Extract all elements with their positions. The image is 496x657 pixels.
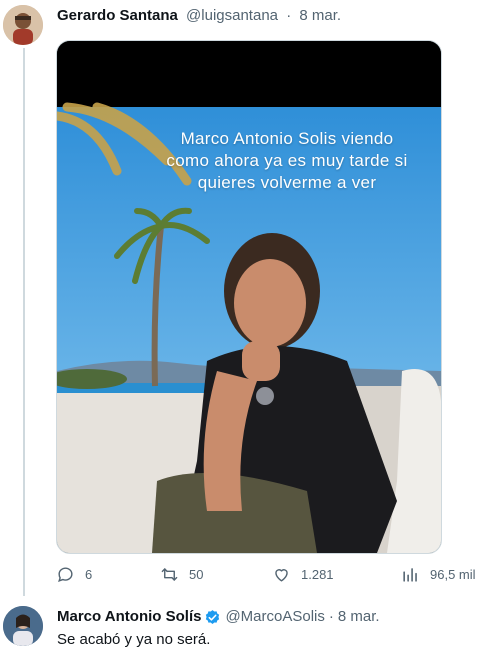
thread-line	[23, 48, 25, 596]
reply-author-avatar[interactable]	[3, 606, 43, 646]
tweet-date[interactable]: 8 mar.	[299, 7, 341, 24]
reply-author-handle[interactable]: @MarcoASolis	[225, 607, 324, 627]
separator-dot: ·	[328, 608, 334, 625]
like-count: 1.281	[301, 567, 334, 582]
tweet-header: Gerardo Santana @luigsantana · 8 mar.	[57, 6, 341, 26]
author-avatar[interactable]	[3, 5, 43, 45]
heart-icon	[275, 569, 288, 582]
reply-author-name[interactable]: Marco Antonio Solís	[57, 607, 201, 627]
verified-badge-icon	[206, 609, 220, 624]
separator-dot: ·	[286, 7, 292, 24]
views-chart-icon	[403, 568, 417, 582]
reply-header: Marco Antonio Solís @MarcoASolis · 8 mar…	[57, 607, 380, 627]
reply-icon	[58, 567, 73, 582]
author-name[interactable]: Gerardo Santana	[57, 7, 178, 24]
reply-text: Se acabó y ya no será.	[57, 631, 211, 648]
reply-button[interactable]: 6	[56, 565, 92, 584]
tweet-actions: 6 50 1.281 96,5 mil	[56, 565, 486, 585]
retweet-icon	[161, 568, 178, 581]
like-button[interactable]: 1.281	[272, 565, 334, 584]
image-caption: Marco Antonio Solis viendo como ahora ya…	[166, 129, 408, 192]
views-button[interactable]: 96,5 mil	[401, 565, 476, 584]
reply-date[interactable]: 8 mar.	[338, 607, 380, 627]
retweet-button[interactable]: 50	[160, 565, 203, 584]
reply-count: 6	[85, 567, 93, 582]
tweet-image[interactable]: Marco Antonio Solis viendo como ahora ya…	[56, 40, 442, 554]
author-handle[interactable]: @luigsantana	[186, 7, 278, 24]
views-count: 96,5 mil	[430, 567, 476, 582]
retweet-count: 50	[189, 567, 204, 582]
